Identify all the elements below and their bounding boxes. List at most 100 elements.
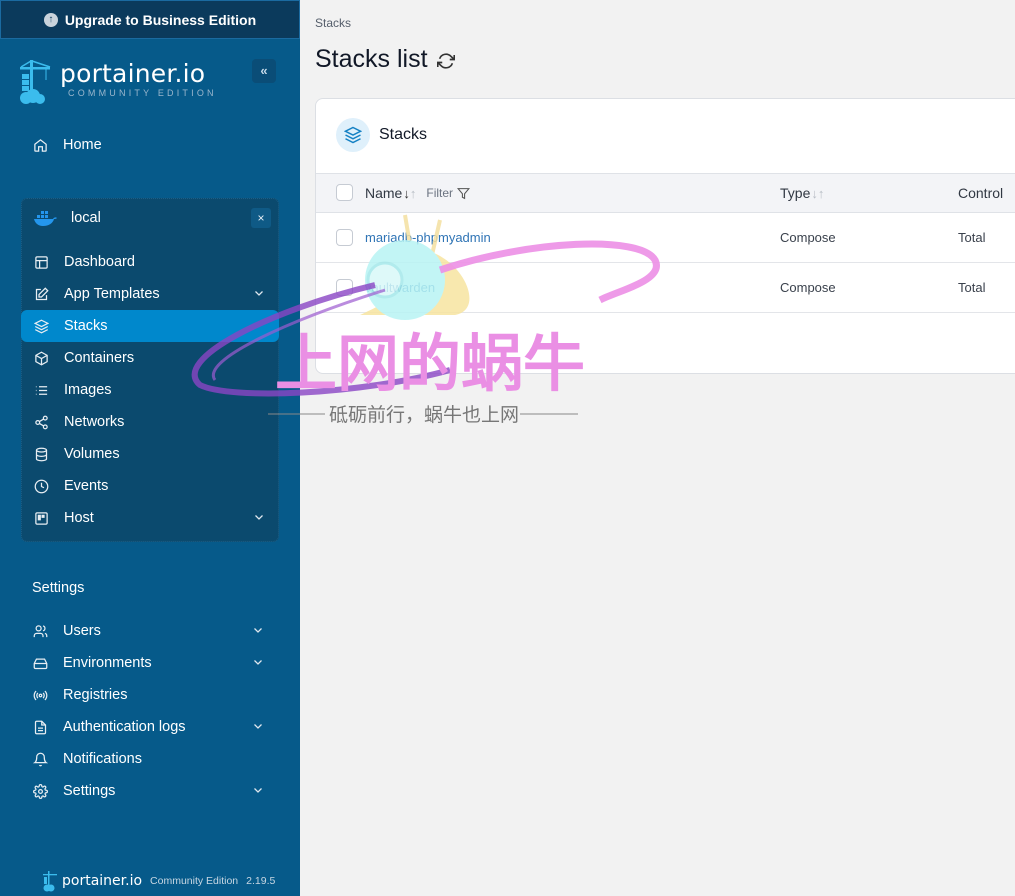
sidebar-item-notifications[interactable]: Notifications bbox=[20, 743, 278, 775]
sidebar-item-dashboard[interactable]: Dashboard bbox=[21, 246, 279, 278]
sidebar-item-label: Registries bbox=[63, 687, 128, 703]
stack-control: Total bbox=[958, 280, 986, 295]
breadcrumb[interactable]: Stacks bbox=[315, 16, 351, 30]
sidebar: ↑ Upgrade to Business Edition portainer.… bbox=[0, 0, 300, 896]
radio-icon bbox=[32, 687, 48, 703]
users-icon bbox=[32, 623, 48, 639]
settings-heading: Settings bbox=[32, 580, 85, 596]
card-header: Stacks bbox=[336, 118, 427, 152]
footer-edition: Community Edition bbox=[150, 875, 239, 887]
docker-icon bbox=[34, 211, 57, 226]
sidebar-item-label: Users bbox=[63, 623, 101, 639]
sidebar-item-users[interactable]: Users bbox=[20, 615, 278, 647]
arrow-up-circle-icon: ↑ bbox=[43, 12, 58, 27]
table-row: vaultwarden Compose Total bbox=[316, 263, 1015, 313]
sidebar-item-containers[interactable]: Containers bbox=[21, 342, 279, 374]
table-row: mariadb-phpmyadmin Compose Total bbox=[316, 213, 1015, 263]
close-environment-button[interactable]: × bbox=[251, 208, 271, 228]
column-control[interactable]: Control bbox=[958, 185, 1003, 201]
bell-icon bbox=[32, 751, 48, 767]
chevron-down-icon[interactable] bbox=[253, 287, 265, 299]
environment-header: local bbox=[33, 205, 101, 231]
sidebar-item-label: Containers bbox=[64, 350, 135, 366]
sidebar-item-label: App Templates bbox=[64, 286, 160, 302]
sidebar-item-volumes[interactable]: Volumes bbox=[21, 438, 279, 470]
sidebar-item-label: Settings bbox=[63, 783, 116, 799]
column-control-label: Control bbox=[958, 185, 1004, 201]
box-icon bbox=[33, 350, 49, 366]
page-title-text: Stacks list bbox=[315, 45, 428, 73]
filter-label: Filter bbox=[426, 186, 454, 200]
layers-icon bbox=[336, 118, 370, 152]
home-icon bbox=[32, 137, 48, 153]
collapse-sidebar-button[interactable]: « bbox=[252, 59, 276, 83]
column-name[interactable]: Name ↓↑ Filter bbox=[365, 185, 471, 201]
database-icon bbox=[33, 446, 49, 462]
sidebar-item-environments[interactable]: Environments bbox=[20, 647, 278, 679]
page-title: Stacks list bbox=[315, 45, 455, 74]
filter-icon bbox=[457, 187, 471, 199]
sidebar-item-label: Images bbox=[64, 382, 112, 398]
portainer-logo[interactable]: portainer.io COMMUNITY EDITION bbox=[18, 58, 217, 106]
sidebar-item-home[interactable]: Home bbox=[20, 129, 278, 161]
host-icon bbox=[33, 510, 49, 526]
watermark-subtitle: 砥砺前行，蜗牛也上网 bbox=[329, 404, 519, 426]
list-icon bbox=[33, 382, 49, 398]
sidebar-item-events[interactable]: Events bbox=[21, 470, 279, 502]
edit-icon bbox=[33, 286, 49, 302]
sidebar-item-label: Host bbox=[64, 510, 94, 526]
footer-brand: portainer.io bbox=[62, 873, 143, 889]
sidebar-item-app-templates[interactable]: App Templates bbox=[21, 278, 279, 310]
select-all-checkbox[interactable] bbox=[336, 184, 353, 201]
sidebar-item-label: Networks bbox=[64, 414, 125, 430]
sort-icon[interactable]: ↓↑ bbox=[403, 186, 416, 201]
sidebar-item-settings[interactable]: Settings bbox=[20, 775, 278, 807]
sidebar-footer: portainer.io Community Edition 2.19.5 bbox=[42, 870, 275, 892]
chevron-down-icon[interactable] bbox=[252, 624, 264, 636]
upgrade-label: Upgrade to Business Edition bbox=[64, 11, 257, 28]
row-checkbox[interactable] bbox=[336, 229, 353, 246]
column-name-label: Name bbox=[365, 185, 403, 201]
column-type[interactable]: Type ↓↑ bbox=[780, 185, 824, 201]
filter-button[interactable]: Filter bbox=[426, 186, 471, 200]
chevron-down-icon[interactable] bbox=[252, 784, 264, 796]
portainer-crane-icon bbox=[20, 60, 51, 104]
sidebar-item-label: Events bbox=[64, 478, 109, 494]
sidebar-item-label: Home bbox=[63, 137, 102, 153]
stack-name-link[interactable]: mariadb-phpmyadmin bbox=[365, 230, 491, 245]
sidebar-item-label: Notifications bbox=[63, 751, 142, 767]
card-title: Stacks bbox=[379, 126, 428, 143]
sidebar-item-stacks[interactable]: Stacks bbox=[21, 310, 279, 342]
stack-name-link[interactable]: vaultwarden bbox=[365, 280, 435, 295]
sidebar-item-registries[interactable]: Registries bbox=[20, 679, 278, 711]
file-text-icon bbox=[32, 719, 48, 735]
sidebar-item-label: Volumes bbox=[64, 446, 120, 462]
stacks-card: Stacks Name ↓↑ Filter Type ↓↑ Control ma… bbox=[315, 98, 1015, 374]
refresh-icon[interactable] bbox=[436, 52, 455, 70]
chevron-down-icon[interactable] bbox=[252, 656, 264, 668]
row-checkbox[interactable] bbox=[336, 279, 353, 296]
layers-icon bbox=[33, 318, 49, 334]
sidebar-item-label: Environments bbox=[63, 655, 152, 671]
chevron-down-icon[interactable] bbox=[253, 511, 265, 523]
stack-type: Compose bbox=[780, 280, 836, 295]
sort-icon[interactable]: ↓↑ bbox=[811, 186, 824, 201]
sidebar-item-label: Dashboard bbox=[64, 254, 135, 270]
column-type-label: Type bbox=[780, 185, 811, 201]
sidebar-item-host[interactable]: Host bbox=[21, 502, 279, 534]
hard-drive-icon bbox=[32, 655, 48, 671]
clock-icon bbox=[33, 478, 49, 494]
stack-control: Total bbox=[958, 230, 986, 245]
logo-edition: COMMUNITY EDITION bbox=[68, 88, 217, 98]
sidebar-item-networks[interactable]: Networks bbox=[21, 406, 279, 438]
upgrade-button[interactable]: ↑ Upgrade to Business Edition bbox=[0, 0, 300, 39]
share-icon bbox=[33, 414, 49, 430]
table-header: Name ↓↑ Filter Type ↓↑ Control bbox=[316, 173, 1015, 213]
sidebar-item-images[interactable]: Images bbox=[21, 374, 279, 406]
sidebar-item-label: Stacks bbox=[64, 318, 108, 334]
sidebar-item-authentication-logs[interactable]: Authentication logs bbox=[20, 711, 278, 743]
dashboard-icon bbox=[33, 254, 49, 270]
footer-version: 2.19.5 bbox=[246, 875, 276, 887]
logo-brand: portainer.io bbox=[60, 59, 206, 88]
chevron-down-icon[interactable] bbox=[252, 720, 264, 732]
